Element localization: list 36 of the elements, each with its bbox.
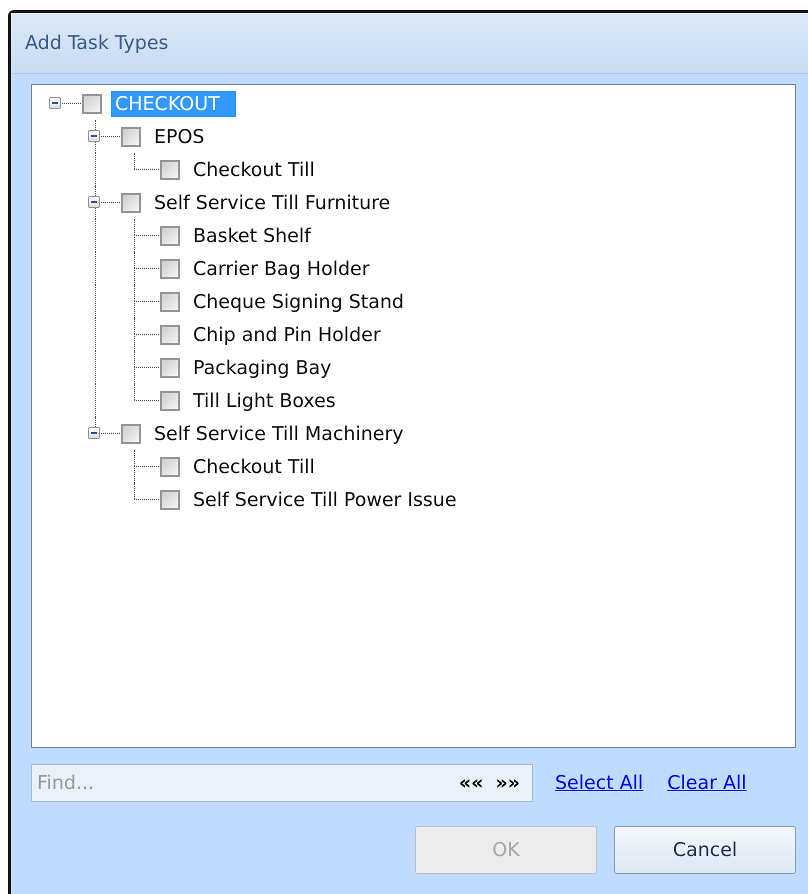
- tree-item[interactable]: Basket Shelf: [189, 222, 315, 248]
- checkbox[interactable]: [82, 94, 102, 114]
- checkbox[interactable]: [160, 358, 180, 378]
- checkbox[interactable]: [121, 424, 141, 444]
- link[interactable]: Clear All: [667, 772, 747, 794]
- find-field[interactable]: Find... «« »»: [31, 764, 533, 802]
- checkbox[interactable]: [160, 292, 180, 312]
- checkbox[interactable]: [160, 324, 180, 344]
- tree-item[interactable]: Cheque Signing Stand: [189, 288, 408, 314]
- checkbox[interactable]: [121, 126, 141, 146]
- tree-item[interactable]: Packaging Bay: [189, 354, 336, 380]
- previous-button[interactable]: ««: [452, 772, 490, 794]
- collapse-icon[interactable]: [49, 97, 61, 109]
- tree-item[interactable]: Till Light Boxes: [189, 388, 340, 414]
- checkbox[interactable]: [160, 390, 180, 410]
- tree-item[interactable]: Checkout Till: [189, 454, 319, 480]
- tree-item[interactable]: EPOS: [150, 124, 208, 150]
- collapse-icon[interactable]: [88, 427, 100, 439]
- checkbox[interactable]: [160, 456, 180, 476]
- collapse-icon[interactable]: [88, 130, 100, 142]
- checkbox[interactable]: [121, 192, 141, 212]
- link[interactable]: Select All: [555, 772, 644, 794]
- collapse-icon[interactable]: [88, 196, 100, 208]
- tree-item[interactable]: Checkout Till: [189, 156, 319, 182]
- checkbox[interactable]: [160, 226, 180, 246]
- tree-item[interactable]: Chip and Pin Holder: [189, 322, 385, 348]
- checkbox[interactable]: [160, 160, 180, 180]
- tree-item[interactable]: Self Service Till Machinery: [150, 420, 408, 446]
- checkbox[interactable]: [160, 258, 180, 278]
- tree-item[interactable]: Self Service Till Furniture: [150, 190, 394, 216]
- next-button[interactable]: »»: [489, 772, 526, 794]
- window-title: Add Task Types: [25, 32, 168, 54]
- tree-item[interactable]: Self Service Till Power Issue: [189, 486, 461, 512]
- checkbox[interactable]: [160, 490, 180, 510]
- tree-item[interactable]: Carrier Bag Holder: [189, 256, 374, 282]
- cancel-button[interactable]: Cancel: [614, 826, 796, 874]
